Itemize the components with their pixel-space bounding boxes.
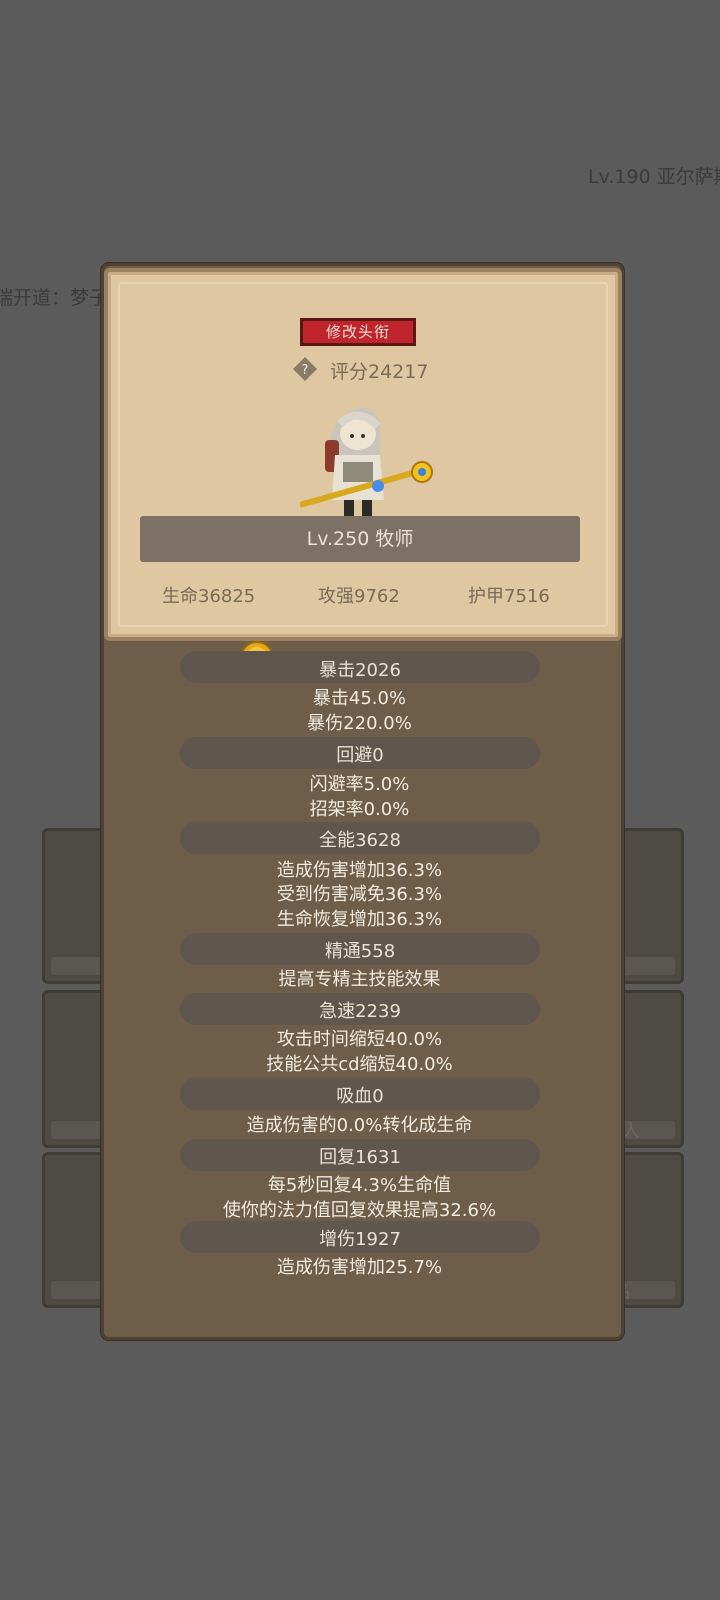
background-label: 瑞开道：梦子 xyxy=(0,287,109,309)
stat-haste-title: 急速2239 xyxy=(319,1001,401,1022)
stat-leech-title: 吸血0 xyxy=(336,1086,384,1107)
level-class-bar: Lv.250 牧师 xyxy=(140,516,580,562)
score-label: 评分24217 xyxy=(330,361,429,383)
stat-crit-line: 暴击45.0% xyxy=(312,688,407,709)
stat-versatility-title: 全能3628 xyxy=(319,830,401,851)
stat-leech-line: 造成伤害的0.0%转化成生命 xyxy=(246,1115,473,1136)
background-player-name: Lv.190 亚尔萨斯 xyxy=(588,166,720,188)
stat-regen-title: 回复1631 xyxy=(319,1147,401,1168)
stat-dodge-title: 回避0 xyxy=(336,745,384,766)
stat-versatility-line: 生命恢复增加36.3% xyxy=(276,909,443,930)
stat-mastery-title: 精通558 xyxy=(324,941,396,962)
stat-regen-line: 每5秒回复4.3%生命值 xyxy=(267,1175,452,1196)
attack-stat: 攻强9762 xyxy=(318,586,400,607)
stat-crit-line: 暴伤220.0% xyxy=(307,713,412,734)
priest-avatar-icon xyxy=(300,407,433,516)
stat-versatility-line: 造成伤害增加36.3% xyxy=(276,860,443,881)
question-diamond-icon[interactable]: ? xyxy=(292,356,318,382)
stat-damage-bonus-line: 造成伤害增加25.7% xyxy=(276,1257,443,1278)
stat-versatility-line: 受到伤害减免36.3% xyxy=(276,884,443,905)
armor-stat: 护甲7516 xyxy=(468,586,550,607)
stat-mastery-line: 提高专精主技能效果 xyxy=(278,969,441,990)
stat-crit-title: 暴击2026 xyxy=(319,660,401,681)
stat-regen-line: 使你的法力值回复效果提高32.6% xyxy=(222,1200,497,1221)
stat-haste-line: 攻击时间缩短40.0% xyxy=(276,1029,443,1050)
edit-title-button[interactable]: 修改头衔 xyxy=(300,318,416,346)
stat-haste-line: 技能公共cd缩短40.0% xyxy=(266,1054,453,1075)
hp-stat: 生命36825 xyxy=(162,586,256,607)
stat-dodge-line: 闪避率5.0% xyxy=(309,774,410,795)
background-slot-label: 人 xyxy=(622,1121,640,1142)
svg-text:?: ? xyxy=(302,363,309,378)
stat-dodge-line: 招架率0.0% xyxy=(309,799,410,820)
stat-damage-bonus-title: 增伤1927 xyxy=(319,1229,401,1250)
